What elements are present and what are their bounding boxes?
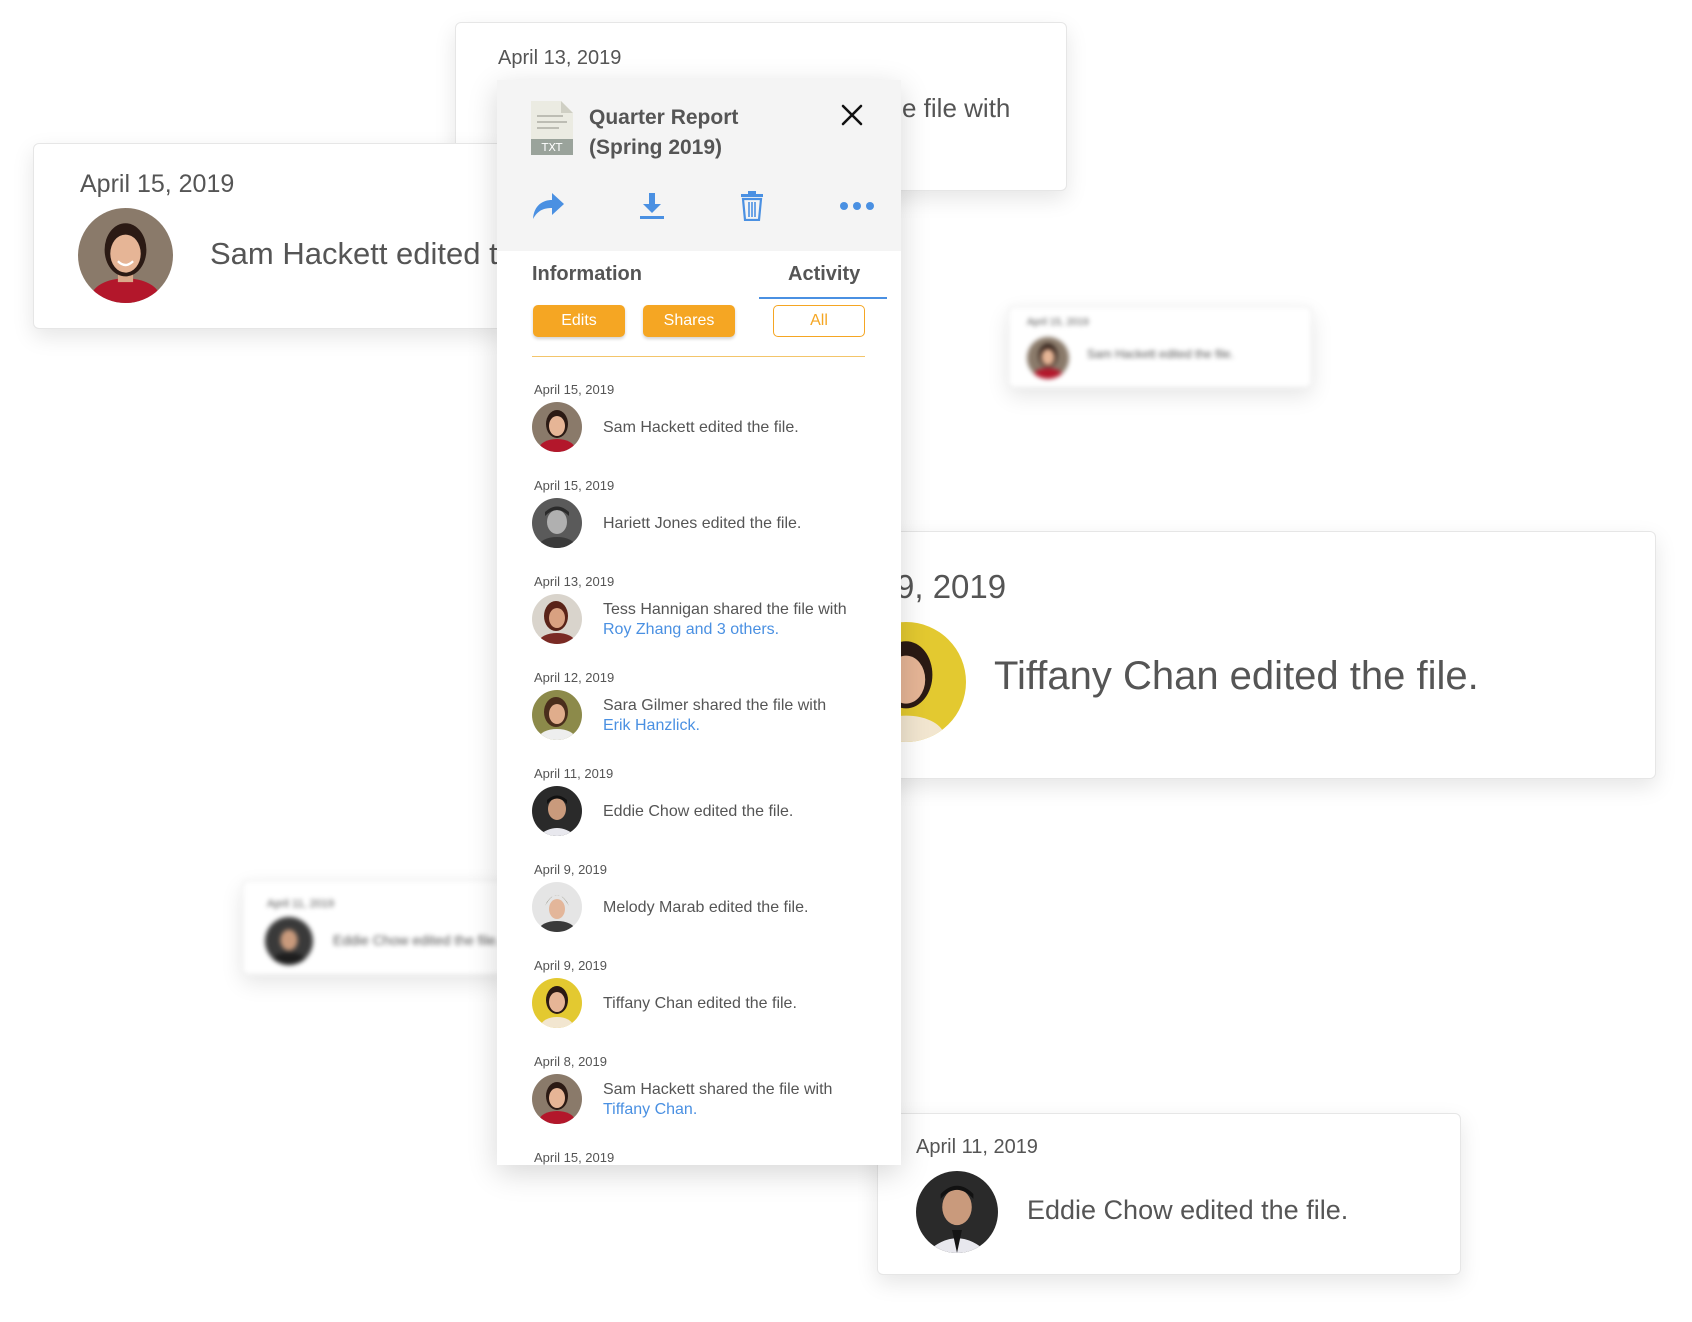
list-item[interactable]: April 15, 2019 Sam Hackett edited the fi… (497, 382, 901, 478)
activity-card-blurred: April 15, 2019 Sam Hackett edited the fi… (1008, 306, 1312, 388)
entry-date: April 12, 2019 (534, 670, 615, 685)
file-type-label: TXT (541, 141, 563, 154)
entry-date: April 13, 2019 (534, 574, 615, 589)
list-item[interactable]: April 15, 2019 Hariett Jones edited the … (497, 478, 901, 574)
avatar (532, 690, 582, 740)
activity-card-apr15: April 15, 2019 Sam Hackett edited tl (33, 143, 505, 329)
activity-card-blurred: April 11, 2019 Eddie Chow edited the fil… (242, 880, 507, 975)
filter-all-button[interactable]: All (773, 305, 865, 337)
list-item[interactable]: April 11, 2019 Eddie Chow edited the fil… (497, 766, 901, 862)
entry-date: April 9, 2019 (534, 958, 607, 973)
panel-header: TXT Quarter Report (Spring 2019) (497, 80, 901, 251)
share-button[interactable] (530, 190, 566, 222)
entry-text-main: Sara Gilmer shared the file with (603, 697, 827, 714)
avatar (916, 1171, 998, 1253)
list-item[interactable]: April 8, 2019 Sam Hackett shared the fil… (497, 1054, 901, 1150)
entry-text: Tiffany Chan edited the file. (603, 995, 797, 1012)
entry-text: Tess Hannigan shared the file with Roy Z… (603, 600, 883, 640)
activity-card-apr9: 9, 2019 Tiffany Chan edited the file. (846, 531, 1656, 779)
entry-text: Sam Hackett shared the file with Tiffany… (603, 1080, 883, 1120)
card-message: Sam Hackett edited tl (210, 236, 505, 271)
avatar (532, 498, 582, 548)
avatar (532, 402, 582, 452)
entry-text: Melody Marab edited the file. (603, 899, 809, 916)
card-date: 9, 2019 (896, 568, 1007, 605)
card-message: Eddie Chow edited the file. (333, 932, 500, 948)
close-button[interactable] (837, 100, 867, 130)
entry-text: Sara Gilmer shared the file with Erik Ha… (603, 696, 883, 736)
tab-activity[interactable]: Activity (759, 263, 889, 299)
trash-icon (741, 191, 763, 221)
close-icon (841, 104, 863, 126)
txt-file-icon: TXT (531, 101, 573, 155)
card-message: e file with (902, 93, 1011, 123)
card-message: Sam Hackett edited the file. (1087, 347, 1234, 361)
download-icon (640, 193, 664, 219)
filter-edits-button[interactable]: Edits (533, 305, 625, 337)
card-date: April 15, 2019 (80, 170, 235, 198)
entry-text: Hariett Jones edited the file. (603, 515, 802, 532)
entry-link[interactable]: Tiffany Chan. (603, 1100, 883, 1120)
entry-date: April 15, 2019 (534, 1150, 615, 1165)
file-details-panel: TXT Quarter Report (Spring 2019) Informa… (497, 80, 901, 1165)
more-button[interactable] (837, 190, 877, 222)
avatar (532, 786, 582, 836)
avatar (1027, 337, 1069, 379)
entry-text: Sam Hackett edited the file. (603, 419, 799, 436)
card-message: Eddie Chow edited the file. (1027, 1195, 1349, 1225)
avatar (532, 882, 582, 932)
entry-text: Eddie Chow edited the file. (603, 803, 794, 820)
entry-date: April 11, 2019 (534, 766, 614, 781)
activity-card-apr11: April 11, 2019 Eddie Chow edited the fil… (877, 1113, 1461, 1275)
entry-date: April 15, 2019 (534, 382, 615, 397)
entry-link[interactable]: Erik Hanzlick. (603, 716, 883, 736)
entry-date: April 15, 2019 (534, 478, 615, 493)
list-item[interactable]: April 9, 2019 Tiffany Chan edited the fi… (497, 958, 901, 1054)
card-date: April 11, 2019 (267, 898, 335, 910)
card-date: April 11, 2019 (916, 1136, 1038, 1158)
list-item[interactable]: April 12, 2019 Sara Gilmer shared the fi… (497, 670, 901, 766)
entry-date: April 9, 2019 (534, 862, 607, 877)
card-date: April 13, 2019 (498, 47, 622, 69)
avatar (532, 978, 582, 1028)
download-button[interactable] (634, 190, 670, 222)
entry-link[interactable]: Roy Zhang and 3 others. (603, 620, 883, 640)
file-title: Quarter Report (Spring 2019) (589, 103, 829, 163)
avatar (532, 594, 582, 644)
file-title-line1: Quarter Report (589, 106, 739, 129)
file-title-line2: (Spring 2019) (589, 136, 723, 159)
card-message: Tiffany Chan edited the file. (994, 654, 1479, 698)
list-item[interactable]: April 9, 2019 Melody Marab edited the fi… (497, 862, 901, 958)
filter-shares-button[interactable]: Shares (643, 305, 735, 337)
tab-information[interactable]: Information (532, 263, 642, 299)
list-item[interactable]: April 15, 2019 (497, 1150, 901, 1165)
share-icon (533, 193, 564, 219)
more-icon (840, 202, 874, 210)
entry-date: April 8, 2019 (534, 1054, 607, 1069)
list-item[interactable]: April 13, 2019 Tess Hannigan shared the … (497, 574, 901, 670)
avatar (78, 208, 173, 303)
filter-divider (532, 356, 865, 357)
card-date: April 15, 2019 (1027, 317, 1089, 328)
entry-text-main: Sam Hackett shared the file with (603, 1081, 833, 1098)
avatar (532, 1074, 582, 1124)
avatar (265, 917, 313, 965)
entry-text-main: Tess Hannigan shared the file with (603, 601, 847, 618)
delete-button[interactable] (734, 190, 770, 222)
